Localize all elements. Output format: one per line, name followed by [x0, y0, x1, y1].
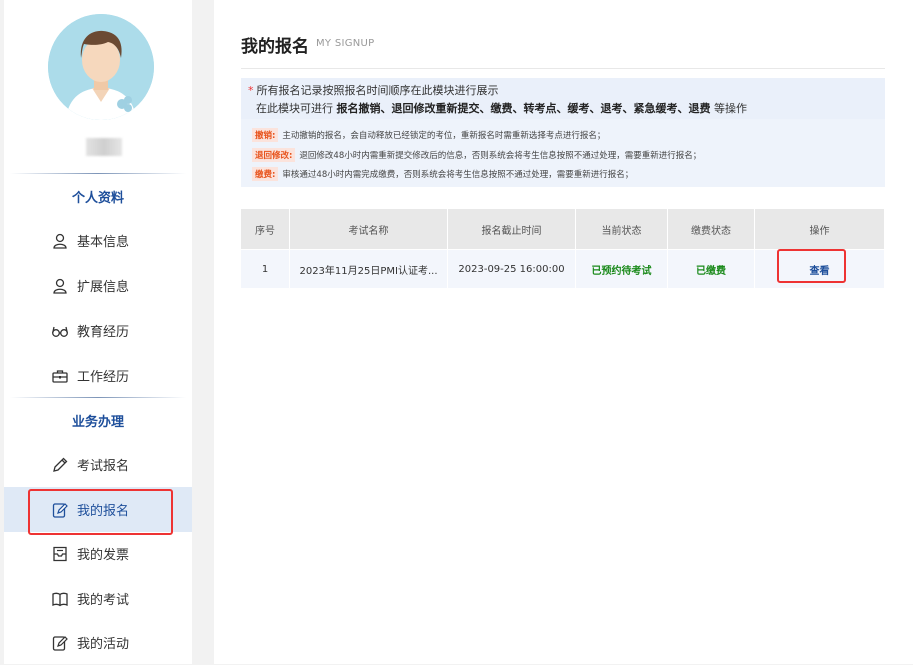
rule-tag: 缴费: [252, 167, 279, 181]
rule-text: 退回修改48小时内需重新提交修改后的信息，否则系统会将考生信息按照不通过处理，需… [299, 151, 702, 161]
page-subtitle: MY SIGNUP [316, 38, 375, 49]
sidebar-item-my-activity[interactable]: 我的活动 [4, 620, 192, 665]
sidebar-item-label: 我的考试 [77, 593, 130, 608]
page-title: 我的报名 [241, 37, 309, 57]
divider [10, 397, 186, 398]
column-header: 操作 [754, 209, 885, 250]
sidebar-item-work[interactable]: 工作经历 [4, 353, 192, 398]
cell-payment-status: 已缴费 [667, 249, 755, 288]
sidebar-item-label: 我的发票 [77, 548, 130, 563]
sidebar-item-label: 教育经历 [77, 325, 130, 340]
table-header-row: 序号 考试名称 报名截止时间 当前状态 缴费状态 操作 [241, 209, 885, 250]
edit-document-icon [52, 636, 68, 651]
briefcase-icon [52, 370, 68, 383]
sidebar-item-label: 工作经历 [77, 370, 130, 385]
sidebar-item-my-exam[interactable]: 我的考试 [4, 576, 192, 621]
book-icon [52, 592, 68, 607]
sidebar-item-education[interactable]: 教育经历 [4, 308, 192, 353]
glasses-icon [52, 326, 68, 337]
sidebar-item-my-invoice[interactable]: 我的发票 [4, 531, 192, 576]
rule-text: 主动撤销的报名，会自动释放已经锁定的考位，重新报名时需重新选择考点进行报名； [282, 131, 606, 141]
highlight-box [28, 489, 173, 535]
sidebar-item-label: 考试报名 [77, 459, 130, 474]
user-icon [53, 278, 67, 294]
avatar[interactable] [48, 14, 154, 120]
rule-text: 审核通过48小时内需完成缴费，否则系统会将考生信息按照不通过处理，需要重新进行报… [282, 170, 634, 180]
column-header: 考试名称 [289, 209, 448, 250]
cell-index: 1 [241, 249, 290, 288]
notice-text: 所有报名记录按照报名时间顺序在此模块进行展示 [256, 84, 499, 97]
notice-ops-suffix: 等操作 [714, 102, 747, 115]
highlight-box [777, 249, 846, 283]
rule-tag: 退回修改: [252, 148, 296, 162]
rule-cancel: 撤销: 主动撤销的报名，会自动释放已经锁定的考位，重新报名时需重新选择考点进行报名… [252, 128, 605, 142]
cell-deadline: 2023-09-25 16:00:00 [447, 249, 576, 288]
divider [241, 68, 885, 69]
main-panel: 我的报名 MY SIGNUP * 所有报名记录按照报名时间顺序在此模块进行展示 在… [214, 0, 913, 664]
column-header: 缴费状态 [667, 209, 755, 250]
notice-operations: 在此模块可进行 报名撤销、退回修改重新提交、缴费、转考点、缓考、退考、紧急缓考、… [256, 100, 747, 116]
cell-exam-name: 2023年11月25日PMI认证考... [289, 249, 448, 288]
notice-line: * 所有报名记录按照报名时间顺序在此模块进行展示 [248, 82, 499, 98]
cell-status: 已预约待考试 [575, 249, 668, 288]
required-star: * [248, 84, 254, 97]
sidebar-item-label: 基本信息 [77, 235, 130, 250]
column-header: 报名截止时间 [447, 209, 576, 250]
divider [10, 173, 186, 174]
username-redacted [86, 138, 122, 156]
rule-return-modify: 退回修改: 退回修改48小时内需重新提交修改后的信息，否则系统会将考生信息按照不通… [252, 148, 701, 162]
sidebar-item-label: 我的活动 [77, 637, 130, 652]
notice-panel: * 所有报名记录按照报名时间顺序在此模块进行展示 在此模块可进行 报名撤销、退回修… [241, 78, 885, 187]
section-title-profile: 个人资料 [71, 191, 124, 206]
column-header: 当前状态 [575, 209, 668, 250]
sidebar-item-extended-info[interactable]: 扩展信息 [4, 263, 192, 308]
sidebar-item-label: 扩展信息 [77, 280, 130, 295]
section-title-business: 业务办理 [71, 415, 124, 430]
user-icon [53, 233, 67, 249]
column-header: 序号 [241, 209, 290, 250]
pencil-icon [53, 457, 68, 472]
notice-ops-prefix: 在此模块可进行 [256, 102, 333, 115]
sidebar-item-exam-signup[interactable]: 考试报名 [4, 442, 192, 487]
invoice-icon [53, 546, 67, 562]
rule-payment: 缴费: 审核通过48小时内需完成缴费，否则系统会将考生信息按照不通过处理，需要重新… [252, 167, 633, 181]
sidebar-item-basic-info[interactable]: 基本信息 [4, 218, 192, 263]
notice-ops-list: 报名撤销、退回修改重新提交、缴费、转考点、缓考、退考、紧急缓考、退费 [336, 102, 711, 115]
sidebar: 个人资料 基本信息 扩展信息 教育经历 工作经历 业务办理 考试报名 我的报名 … [4, 0, 192, 664]
rule-tag: 撤销: [252, 128, 279, 142]
